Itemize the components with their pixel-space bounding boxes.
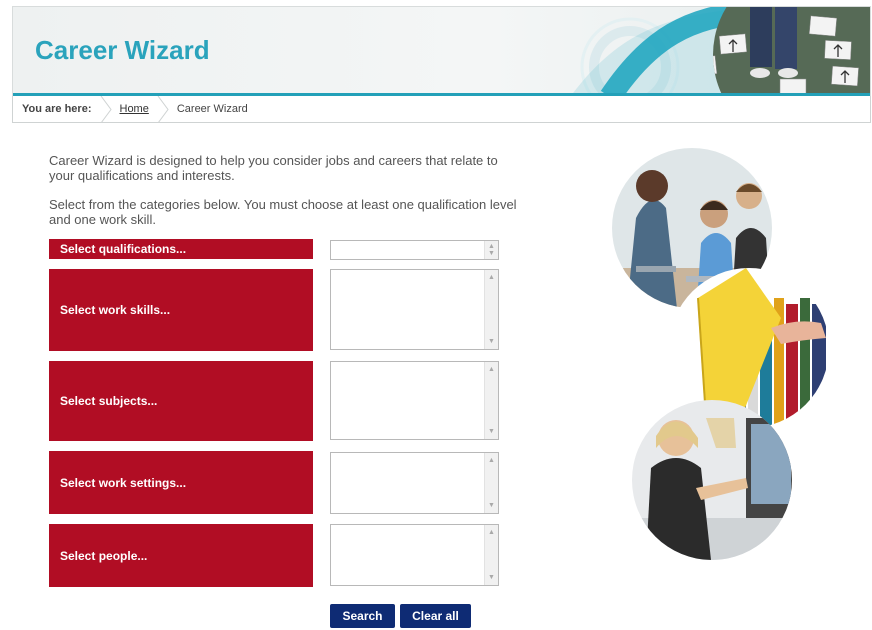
- select-work-skills-button[interactable]: Select work skills...: [49, 269, 313, 351]
- subjects-listbox[interactable]: ▲ ▼: [330, 361, 499, 440]
- breadcrumb-current: Career Wizard: [176, 103, 248, 115]
- select-people-button[interactable]: Select people...: [49, 524, 313, 587]
- listbox-scrollbar[interactable]: ▲ ▼: [484, 362, 498, 439]
- chevron-right-icon: [100, 95, 112, 123]
- work-settings-listbox[interactable]: ▲ ▼: [330, 452, 499, 514]
- breadcrumb: You are here: Home Career Wizard: [12, 95, 871, 123]
- listbox-scrollbar[interactable]: ▲ ▼: [484, 241, 498, 259]
- scroll-down-icon[interactable]: ▼: [488, 502, 495, 509]
- breadcrumb-here-label: You are here:: [22, 103, 92, 115]
- listbox-scrollbar[interactable]: ▲ ▼: [484, 270, 498, 349]
- select-qualifications-button[interactable]: Select qualifications...: [49, 239, 313, 259]
- header-banner-image: [570, 7, 870, 96]
- scroll-up-icon[interactable]: ▲: [488, 366, 495, 373]
- work-skills-listbox[interactable]: ▲ ▼: [330, 269, 499, 350]
- listbox-scrollbar[interactable]: ▲ ▼: [484, 453, 498, 513]
- instructions-text: Select from the categories below. You mu…: [49, 197, 517, 227]
- page-title: Career Wizard: [35, 35, 210, 65]
- qualifications-listbox[interactable]: ▲ ▼: [330, 240, 499, 260]
- select-subjects-button[interactable]: Select subjects...: [49, 361, 313, 441]
- listbox-scrollbar[interactable]: ▲ ▼: [484, 525, 498, 585]
- scroll-down-icon[interactable]: ▼: [488, 250, 495, 257]
- site-header: Career Wizard: [12, 6, 871, 96]
- breadcrumb-home-link[interactable]: Home: [120, 103, 149, 115]
- intro-text: Career Wizard is designed to help you co…: [49, 153, 498, 183]
- search-button[interactable]: Search: [330, 604, 395, 628]
- students-photo-collage: [612, 148, 829, 560]
- scroll-down-icon[interactable]: ▼: [488, 338, 495, 345]
- clear-all-button[interactable]: Clear all: [400, 604, 471, 628]
- chevron-right-icon: [157, 95, 169, 123]
- scroll-down-icon[interactable]: ▼: [488, 428, 495, 435]
- scroll-down-icon[interactable]: ▼: [488, 574, 495, 581]
- people-listbox[interactable]: ▲ ▼: [330, 524, 499, 586]
- scroll-up-icon[interactable]: ▲: [488, 529, 495, 536]
- scroll-up-icon[interactable]: ▲: [488, 243, 495, 250]
- scroll-up-icon[interactable]: ▲: [488, 457, 495, 464]
- scroll-up-icon[interactable]: ▲: [488, 274, 495, 281]
- select-work-settings-button[interactable]: Select work settings...: [49, 451, 313, 514]
